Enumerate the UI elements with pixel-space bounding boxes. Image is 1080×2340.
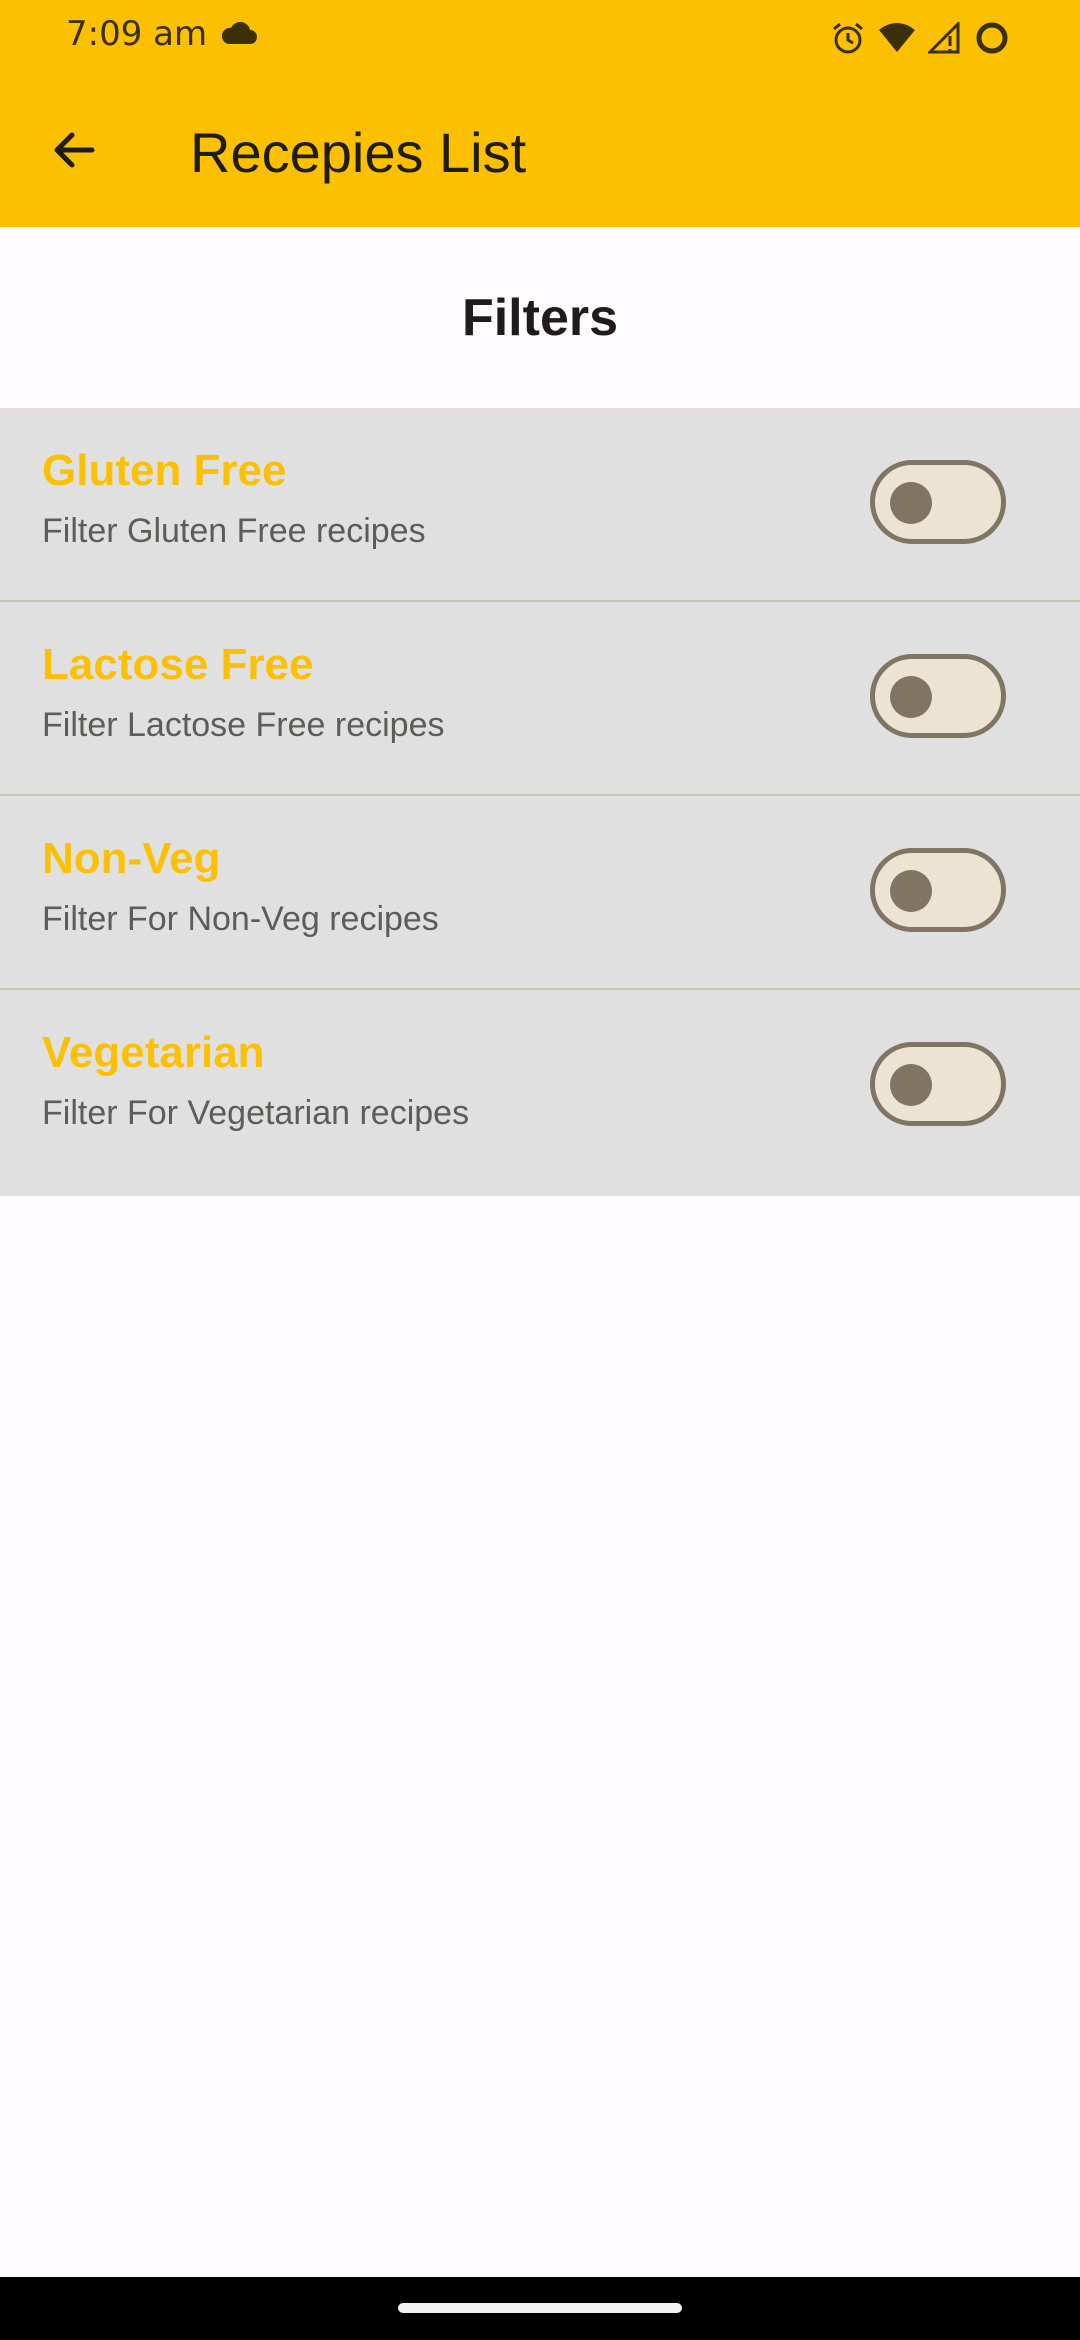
filter-item-non-veg[interactable]: Non-Veg Filter For Non-Veg recipes xyxy=(0,796,1080,990)
status-time: 7:09 am xyxy=(66,14,208,54)
toolbar-title: Recepies List xyxy=(190,121,527,184)
filter-item-vegetarian[interactable]: Vegetarian Filter For Vegetarian recipes xyxy=(0,990,1080,1196)
cloud-icon xyxy=(220,21,258,51)
toolbar: Recepies List xyxy=(0,80,1080,227)
system-nav-bar xyxy=(0,2277,1080,2340)
arrow-left-icon xyxy=(50,126,98,179)
app-header: 7:09 am Recepies List xyxy=(0,0,1080,227)
wifi-icon xyxy=(878,22,916,59)
filter-list: Gluten Free Filter Gluten Free recipes L… xyxy=(0,408,1080,1196)
filter-subtitle: Filter Gluten Free recipes xyxy=(42,512,426,550)
non-veg-switch[interactable] xyxy=(870,848,1006,932)
switch-thumb xyxy=(890,870,932,912)
switch-thumb xyxy=(890,482,932,524)
alarm-icon xyxy=(830,20,866,61)
back-button[interactable] xyxy=(30,108,118,196)
filter-item-lactose-free[interactable]: Lactose Free Filter Lactose Free recipes xyxy=(0,602,1080,796)
filter-title: Non-Veg xyxy=(42,834,221,883)
filter-item-gluten-free[interactable]: Gluten Free Filter Gluten Free recipes xyxy=(0,408,1080,602)
filter-title: Vegetarian xyxy=(42,1028,265,1077)
page-title: Filters xyxy=(461,288,619,347)
gluten-free-switch[interactable] xyxy=(870,460,1006,544)
battery-icon xyxy=(974,20,1010,61)
filter-subtitle: Filter Lactose Free recipes xyxy=(42,706,445,744)
filter-subtitle: Filter For Non-Veg recipes xyxy=(42,900,439,938)
vegetarian-switch[interactable] xyxy=(870,1042,1006,1126)
switch-thumb xyxy=(890,1064,932,1106)
signal-icon xyxy=(926,20,962,59)
switch-thumb xyxy=(890,676,932,718)
lactose-free-switch[interactable] xyxy=(870,654,1006,738)
status-bar: 7:09 am xyxy=(0,0,1080,80)
home-gesture-handle[interactable] xyxy=(398,2303,682,2313)
filter-title: Gluten Free xyxy=(42,446,287,495)
filter-subtitle: Filter For Vegetarian recipes xyxy=(42,1094,470,1132)
filter-title: Lactose Free xyxy=(42,640,314,689)
status-icons xyxy=(830,20,1010,61)
